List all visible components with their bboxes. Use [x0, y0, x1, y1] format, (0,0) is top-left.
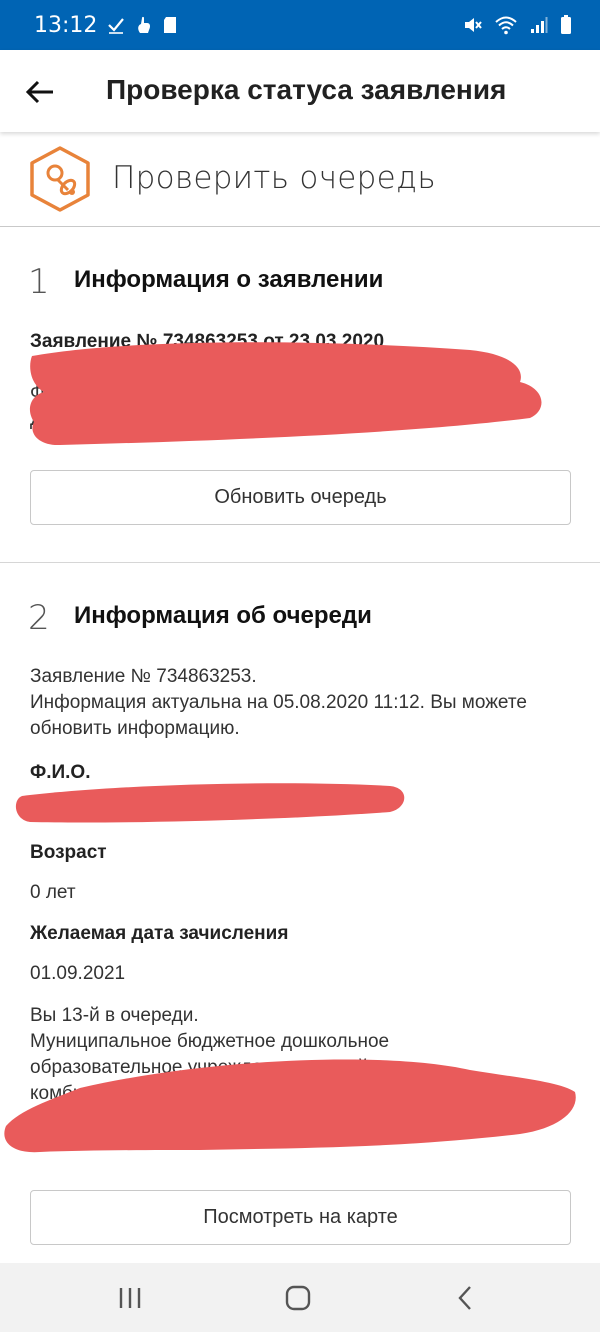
status-bar: 13:12 [0, 0, 600, 50]
wifi-icon [495, 16, 517, 35]
age-value: 0 лет [30, 882, 76, 903]
kindergarten-name-line-1: Муниципальное бюджетное дошкольное [30, 1031, 390, 1052]
app-bar: Проверка статуса заявления [0, 50, 600, 132]
queue-info-refresh-hint: обновить информацию. [30, 718, 240, 739]
arrow-left-icon [25, 80, 53, 104]
section-1-number: 1 [28, 262, 50, 302]
view-on-map-button[interactable]: Посмотреть на карте [30, 1190, 571, 1245]
fio-label: Ф.И.О. [30, 762, 91, 783]
recent-apps-icon [119, 1288, 141, 1308]
home-icon [285, 1285, 311, 1311]
section-1-title: Информация о заявлении [74, 266, 384, 293]
age-label: Возраст [30, 842, 107, 863]
section-2-number: 2 [28, 598, 50, 638]
application-number-line: Заявление № 734863253 от 23.03.2020 [30, 331, 385, 352]
mute-icon [465, 18, 482, 32]
sd-card-icon [164, 17, 177, 33]
page-title: Проверка статуса заявления [106, 74, 507, 105]
kindergarten-name-line-2: образовательное учреждение детский сад [30, 1057, 405, 1078]
redaction-mark [15, 783, 405, 823]
hand-icon [138, 16, 151, 33]
home-button[interactable] [278, 1281, 318, 1315]
kindergarten-name-line-3: комбинированного вида № 580 находящаяся [30, 1083, 429, 1104]
refresh-queue-button[interactable]: Обновить очередь [30, 470, 571, 525]
child-name-line: Ф.И.О. ребенка [30, 383, 166, 404]
queue-position: Вы 13-й в очереди. [30, 1005, 199, 1026]
desired-date-label: Желаемая дата зачисления [30, 923, 289, 944]
application-status-line: Статус: Промежуточный [30, 357, 245, 378]
section-divider [0, 562, 600, 563]
kindergarten-address: г. Екатеринбург, ... пер., д. [30, 1109, 258, 1130]
service-name: Проверить очередь [112, 160, 436, 196]
battery-icon [561, 15, 571, 34]
queue-info-actual: Информация актуальна на 05.08.2020 11:12… [30, 692, 527, 713]
queue-application-number: Заявление № 734863253. [30, 666, 257, 687]
chevron-left-icon [458, 1286, 471, 1310]
desired-date-value: 01.09.2021 [30, 963, 126, 984]
back-button[interactable] [22, 74, 58, 110]
system-nav-bar [0, 1263, 600, 1332]
pacifier-icon [30, 146, 90, 212]
application-extra-line: Д [30, 409, 43, 430]
status-time: 13:12 [34, 12, 98, 38]
signal-icon [531, 17, 548, 33]
recent-apps-button[interactable] [110, 1281, 150, 1315]
checkmark-icon [108, 18, 125, 34]
nav-back-button[interactable] [446, 1281, 486, 1315]
kindergarten-address-cont: 37 [30, 1135, 52, 1156]
section-2-title: Информация об очереди [74, 602, 372, 629]
service-header: Проверить очередь [0, 134, 600, 227]
